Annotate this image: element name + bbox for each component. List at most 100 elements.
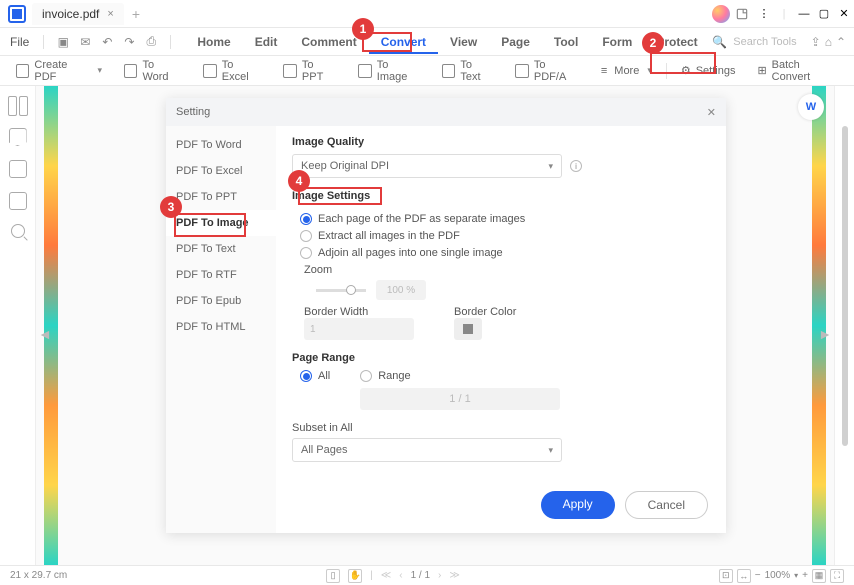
zoom-level: 100% [765, 570, 791, 581]
redo-icon[interactable]: ↷ [120, 33, 138, 51]
print-icon[interactable]: ⎙ [142, 33, 160, 51]
sidebar-pdf-to-word[interactable]: PDF To Word [166, 132, 276, 158]
apply-button[interactable]: Apply [541, 491, 615, 519]
prev-page-icon[interactable]: ‹ [399, 570, 402, 581]
opt-extract-images[interactable]: Extract all images in the PDF [300, 230, 710, 242]
sidebar-pdf-to-image[interactable]: PDF To Image [166, 210, 276, 236]
bookmark-icon[interactable] [9, 128, 27, 146]
ribbon-label: To Word [142, 59, 181, 83]
callout-1: 1 [352, 18, 374, 40]
tab-home[interactable]: Home [185, 30, 242, 54]
callout-3: 3 [160, 196, 182, 218]
fit-width-icon[interactable]: ↔ [737, 569, 751, 583]
dialog-close-icon[interactable]: ✕ [707, 106, 716, 119]
info-icon[interactable]: i [570, 160, 582, 172]
hand-icon[interactable]: ✋ [348, 569, 362, 583]
file-tab[interactable]: invoice.pdf × [32, 3, 124, 25]
zoom-out-icon[interactable]: − [755, 570, 761, 581]
new-tab-button[interactable]: + [124, 6, 148, 22]
file-menu[interactable]: File [0, 35, 39, 49]
share-icon[interactable] [734, 4, 754, 24]
to-pdfa-button[interactable]: To PDF/A [507, 56, 586, 86]
select-value: All Pages [301, 444, 347, 456]
opt-adjoin-pages[interactable]: Adjoin all pages into one single image [300, 247, 710, 259]
more-icon[interactable]: ⋮ [754, 4, 774, 24]
radio-off-icon [300, 230, 312, 242]
sidebar-pdf-to-ppt[interactable]: PDF To PPT [166, 184, 276, 210]
prev-page-arrow[interactable]: ◄ [38, 326, 52, 342]
sidebar-pdf-to-rtf[interactable]: PDF To RTF [166, 262, 276, 288]
batch-icon: ⊞ [757, 64, 766, 77]
collapse-icon[interactable]: ⌃ [836, 35, 846, 49]
attachment-icon[interactable] [9, 160, 27, 178]
layout-icon[interactable]: ▦ [812, 569, 826, 583]
search-icon[interactable]: 🔍 [712, 35, 727, 49]
scrollbar-thumb[interactable] [842, 126, 848, 446]
save-icon[interactable]: ▣ [54, 33, 72, 51]
first-page-icon[interactable]: ≪ [381, 570, 391, 581]
range-field[interactable]: 1 / 1 [360, 388, 560, 410]
dialog-title-bar: Setting ✕ [166, 98, 726, 126]
view-icon[interactable]: ▯ [326, 569, 340, 583]
next-page-arrow[interactable]: ► [818, 326, 832, 342]
ribbon-label: Settings [696, 65, 736, 77]
border-color-swatch[interactable] [454, 318, 482, 340]
more-button[interactable]: ≡More [593, 62, 660, 80]
chevron-down-icon: ▾ [548, 161, 553, 172]
zoom-in-icon[interactable]: + [802, 570, 808, 581]
close-tab-icon[interactable]: × [107, 8, 113, 20]
range-range[interactable]: Range [360, 370, 410, 382]
scrollbar-rail [834, 86, 854, 565]
sidebar-pdf-to-text[interactable]: PDF To Text [166, 236, 276, 262]
minimize-button[interactable]: — [794, 4, 814, 24]
opt-separate-images[interactable]: Each page of the PDF as separate images [300, 213, 710, 225]
tab-convert[interactable]: Convert [369, 30, 438, 54]
radio-label: Adjoin all pages into one single image [318, 247, 503, 259]
next-page-icon[interactable]: › [438, 570, 441, 581]
border-width-input[interactable]: 1 [304, 318, 414, 340]
search-rail-icon[interactable] [11, 224, 25, 238]
ribbon-label: More [614, 65, 639, 77]
undo-icon[interactable]: ↶ [98, 33, 116, 51]
batch-convert-button[interactable]: ⊞Batch Convert [749, 56, 846, 86]
zoom-slider[interactable] [316, 289, 366, 292]
sidebar-pdf-to-epub[interactable]: PDF To Epub [166, 288, 276, 314]
page-icon[interactable] [9, 192, 27, 210]
dialog-title: Setting [176, 106, 210, 118]
workspace: ◄ ► Setting ✕ PDF To Word PDF To Excel P… [0, 86, 854, 565]
zoom-dropdown-icon[interactable]: ▾ [794, 571, 798, 580]
create-pdf-button[interactable]: Create PDF [8, 56, 110, 86]
to-word-button[interactable]: To Word [116, 56, 189, 86]
tab-form[interactable]: Form [590, 30, 644, 54]
settings-button[interactable]: ⚙Settings [673, 61, 744, 80]
subset-select[interactable]: All Pages ▾ [292, 438, 562, 462]
to-excel-button[interactable]: To Excel [195, 56, 269, 86]
home-icon[interactable]: ⌂ [825, 35, 832, 49]
file-tab-label: invoice.pdf [42, 7, 99, 21]
to-image-button[interactable]: To Image [350, 56, 428, 86]
search-tools[interactable]: Search Tools [727, 36, 802, 48]
tab-tool[interactable]: Tool [542, 30, 590, 54]
to-text-button[interactable]: To Text [434, 56, 501, 86]
tab-view[interactable]: View [438, 30, 489, 54]
image-quality-select[interactable]: Keep Original DPI ▾ [292, 154, 562, 178]
mail-icon[interactable]: ✉ [76, 33, 94, 51]
tab-edit[interactable]: Edit [243, 30, 290, 54]
last-page-icon[interactable]: ≫ [449, 570, 459, 581]
close-button[interactable]: ✕ [834, 4, 854, 24]
sidebar-pdf-to-html[interactable]: PDF To HTML [166, 314, 276, 340]
maximize-button[interactable]: ▢ [814, 4, 834, 24]
fullscreen-icon[interactable]: ⛶ [830, 569, 844, 583]
radio-label: All [318, 370, 330, 382]
word-badge-icon[interactable] [798, 94, 824, 120]
title-bar: invoice.pdf × + ⋮ | — ▢ ✕ [0, 0, 854, 28]
sidebar-pdf-to-excel[interactable]: PDF To Excel [166, 158, 276, 184]
tab-page[interactable]: Page [489, 30, 542, 54]
cancel-button[interactable]: Cancel [625, 491, 708, 519]
range-all[interactable]: All [300, 370, 330, 382]
upload-icon[interactable]: ⇪ [811, 35, 821, 49]
profile-avatar[interactable] [712, 5, 730, 23]
fit-page-icon[interactable]: ⊡ [719, 569, 733, 583]
to-ppt-button[interactable]: To PPT [275, 56, 344, 86]
thumbnails-icon[interactable] [8, 96, 28, 114]
